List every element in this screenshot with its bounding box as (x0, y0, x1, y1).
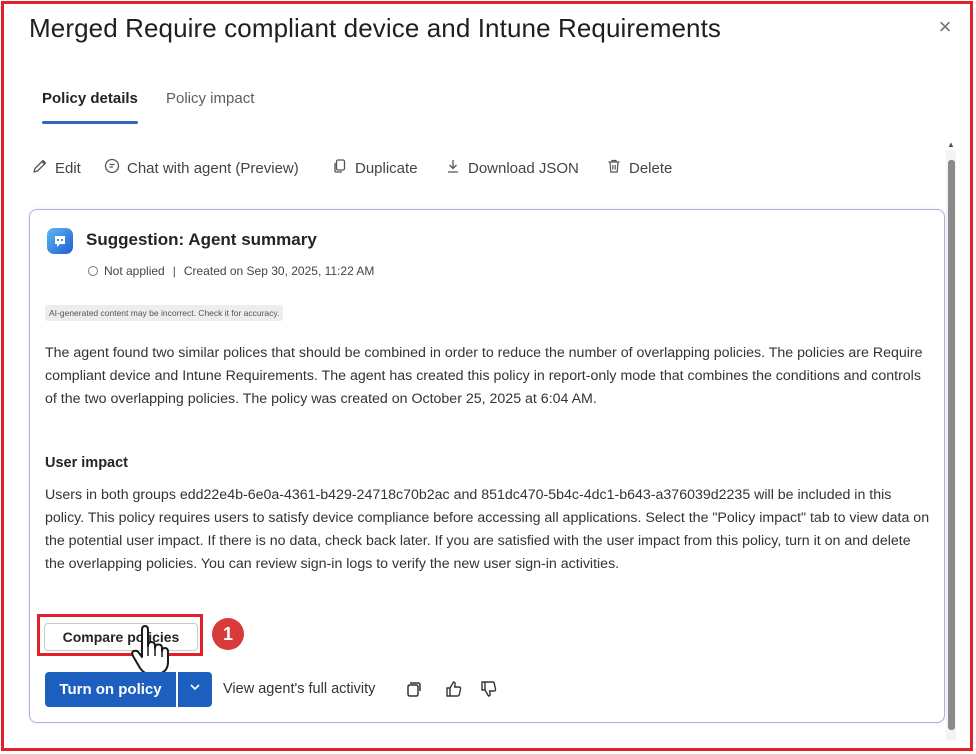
thumbs-up-icon[interactable] (444, 679, 464, 699)
copy-feedback-icon[interactable] (404, 679, 424, 699)
tab-policy-impact[interactable]: Policy impact (166, 90, 254, 107)
edit-label: Edit (55, 159, 81, 177)
status-text: Not applied (104, 264, 165, 278)
download-json-button[interactable]: Download JSON (445, 156, 579, 180)
trash-icon (606, 158, 622, 178)
turn-on-dropdown-button[interactable] (178, 672, 212, 707)
delete-label: Delete (629, 159, 673, 177)
agent-icon (47, 228, 73, 254)
view-full-activity-link[interactable]: View agent's full activity (223, 681, 375, 697)
meta-separator: | (172, 264, 176, 278)
turn-on-policy-button[interactable]: Turn on policy (45, 672, 176, 707)
status-circle-icon (88, 266, 98, 276)
pencil-icon (32, 158, 48, 178)
summary-text: The agent found two similar polices that… (45, 345, 923, 407)
duplicate-label: Duplicate (355, 159, 418, 177)
split-divider (176, 672, 178, 707)
download-label: Download JSON (468, 159, 579, 177)
annotation-highlight-box (37, 614, 203, 656)
duplicate-button[interactable]: Duplicate (332, 156, 418, 180)
delete-button[interactable]: Delete (606, 156, 672, 180)
chevron-down-icon (188, 680, 202, 699)
hand-cursor-icon (131, 625, 169, 675)
suggestion-meta: Not applied | Created on Sep 30, 2025, 1… (88, 263, 374, 279)
scroll-up-icon[interactable]: ▲ (946, 140, 956, 150)
active-tab-indicator (42, 121, 138, 124)
edit-button[interactable]: Edit (32, 156, 81, 180)
scrollbar-thumb[interactable] (948, 160, 955, 730)
tab-policy-details[interactable]: Policy details (42, 90, 138, 107)
download-icon (445, 158, 461, 178)
user-impact-text: Users in both groups edd22e4b-6e0a-4361-… (45, 487, 930, 572)
suggestion-title: Suggestion: Agent summary (86, 230, 317, 249)
thumbs-down-icon[interactable] (479, 679, 499, 699)
close-icon[interactable]: × (934, 16, 956, 38)
dialog-title: Merged Require compliant device and Intu… (29, 13, 721, 43)
chat-icon (104, 158, 120, 178)
ai-disclaimer: AI-generated content may be incorrect. C… (45, 305, 284, 321)
user-impact-heading: User impact (45, 455, 129, 471)
chat-with-agent-button[interactable]: Chat with agent (Preview) (104, 156, 299, 180)
chat-label: Chat with agent (Preview) (127, 159, 299, 177)
copy-icon (332, 158, 348, 178)
step-number-badge: 1 (212, 618, 244, 650)
created-text: Created on Sep 30, 2025, 11:22 AM (183, 264, 375, 278)
turn-on-policy-split-button: Turn on policy (45, 672, 212, 707)
